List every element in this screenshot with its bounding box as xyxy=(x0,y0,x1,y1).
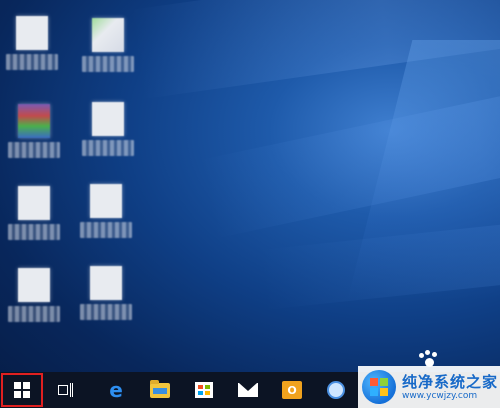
desktop-icon[interactable] xyxy=(76,184,136,262)
desktop-icon-label-blurred xyxy=(82,140,134,156)
file-explorer-icon xyxy=(150,379,170,398)
desktop-icon[interactable] xyxy=(4,268,64,346)
desktop-icon[interactable] xyxy=(78,102,138,180)
desktop-icon-label-blurred xyxy=(80,222,132,238)
desktop-icon-label-blurred xyxy=(82,56,134,72)
edge-browser-icon: e xyxy=(109,378,123,402)
desktop-icon-image xyxy=(92,18,124,52)
store-taskbar-button[interactable] xyxy=(182,372,226,408)
app-taskbar-button[interactable] xyxy=(314,372,358,408)
app-icon xyxy=(327,381,345,399)
desktop-icon-image xyxy=(18,104,50,138)
file-explorer-taskbar-button[interactable] xyxy=(138,372,182,408)
desktop-icon-image xyxy=(18,268,50,302)
desktop-icon-image xyxy=(92,102,124,136)
desktop-icon[interactable] xyxy=(78,18,138,96)
desktop-icon-label-blurred xyxy=(8,224,60,240)
task-view-button[interactable] xyxy=(44,372,88,408)
desktop-icon-label-blurred xyxy=(8,306,60,322)
desktop-icon-image xyxy=(90,266,122,300)
desktop-icon-image xyxy=(18,186,50,220)
desktop-icon[interactable] xyxy=(4,186,64,264)
desktop-icon-label-blurred xyxy=(8,142,60,158)
start-button[interactable] xyxy=(0,372,44,408)
outlook-taskbar-button[interactable]: O xyxy=(270,372,314,408)
outlook-icon: O xyxy=(282,381,302,399)
desktop-icon-label-blurred xyxy=(80,304,132,320)
site-watermark: 纯净系统之家 www.ycwjzy.com xyxy=(358,366,500,408)
task-view-icon xyxy=(58,383,74,397)
windows-start-icon xyxy=(14,382,30,398)
desktop-icon[interactable] xyxy=(76,266,136,344)
mail-taskbar-button[interactable] xyxy=(226,372,270,408)
desktop-icon-image xyxy=(16,16,48,50)
desktop-icon[interactable] xyxy=(2,16,62,94)
desktop-icon-label-blurred xyxy=(6,54,58,70)
watermark-title: 纯净系统之家 xyxy=(402,372,499,391)
desktop: e O 纯净系统之家 www.ycwjzy.com xyxy=(0,0,500,408)
desktop-icon-image xyxy=(90,184,122,218)
store-icon xyxy=(195,382,213,398)
mail-icon xyxy=(238,383,258,397)
watermark-url: www.ycwjzy.com xyxy=(402,390,478,401)
watermark-logo-icon xyxy=(362,370,396,404)
desktop-icon[interactable] xyxy=(4,104,64,182)
edge-taskbar-button[interactable]: e xyxy=(94,372,138,408)
